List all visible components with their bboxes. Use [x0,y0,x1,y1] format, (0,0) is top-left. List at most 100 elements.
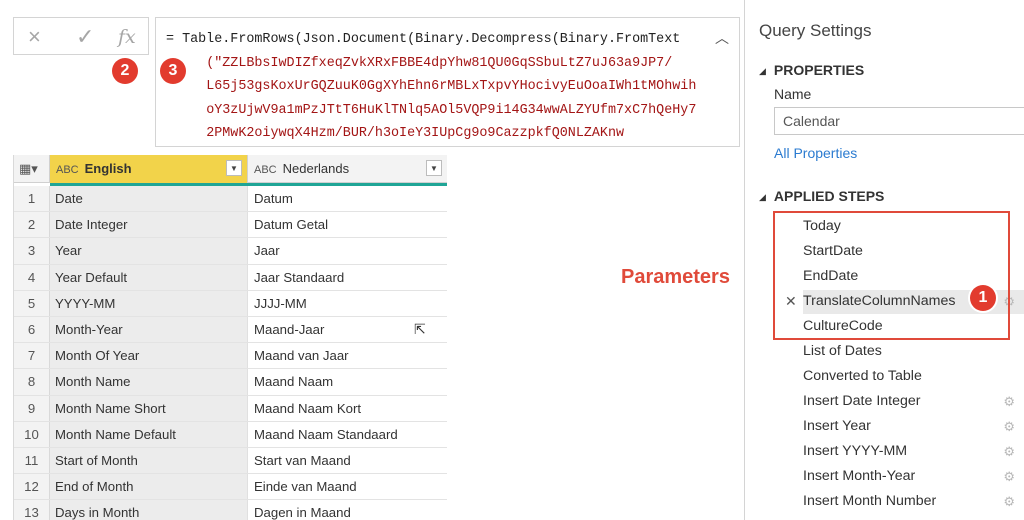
table-row: 10 Month Name Default Maand Naam Standaard [14,421,447,448]
collapse-triangle-icon[interactable]: ◢ [759,66,766,76]
step-label: Insert Date Integer [803,393,921,409]
row-number: 13 [14,500,50,520]
cell-nederlands[interactable]: Datum Getal [248,212,447,237]
formula-line-4: oY3zUjwV9a1mPzJTtT6HuKlTNlq5AOl5VQP9i14G… [206,102,697,118]
cell-nederlands[interactable]: Maand Naam Standaard [248,422,447,447]
row-number: 5 [14,290,50,316]
step-label: Insert YYYY-MM [803,443,908,459]
parameters-highlight-box [773,211,1010,340]
applied-step[interactable]: List of Dates [803,340,1024,364]
cell-english[interactable]: Days in Month [50,500,248,520]
cell-english[interactable]: Month Name [50,369,248,395]
column-header-label: English [84,161,132,176]
row-number: 7 [14,343,50,369]
step-label: Insert Year [803,418,871,434]
applied-step[interactable]: Insert Year ⚙ [803,415,1024,439]
formula-line-5: 2PMwK2oiywqX4Hzm/BUR/h3oIeY3IUpCg9o9Cazz… [206,126,625,141]
step-label: Converted to Table [803,368,922,384]
applied-step[interactable]: Insert Month Number ⚙ [803,490,1024,514]
section-label: APPLIED STEPS [773,188,885,204]
cell-nederlands[interactable]: Jaar Standaard [248,265,447,290]
applied-steps-section-header[interactable]: ◢ APPLIED STEPS [759,188,884,204]
formula-line-2: ("ZZLBbsIwDIZfxeqZvkXRxFBBE4dpYhw81QU0Gq… [206,55,673,71]
cancel-icon[interactable]: × [28,24,41,50]
data-grid: ▦▾ ABC English ▼ ABC Nederlands ▼ 1 Date Dat… [13,155,447,520]
row-number: 8 [14,369,50,395]
applied-step[interactable]: Insert YYYY-MM ⚙ [803,440,1024,464]
column-header-english[interactable]: ABC English ▼ [50,155,248,183]
step-label: List of Dates [803,343,882,359]
cell-nederlands[interactable]: Jaar [248,238,447,263]
commit-icon[interactable]: ✓ [76,24,94,50]
table-row: 3 Year Jaar [14,238,447,265]
gear-icon[interactable]: ⚙ [1003,419,1015,435]
table-row: 11 Start of Month Start van Maand [14,448,447,475]
cell-nederlands[interactable]: JJJJ-MM [248,291,447,316]
gear-icon[interactable]: ⚙ [1003,469,1015,485]
cell-english[interactable]: Date Integer [50,212,248,238]
cell-nederlands[interactable]: Dagen in Maand [248,500,447,520]
row-number: 12 [14,474,50,500]
table-menu-icon[interactable]: ▦▾ [14,155,50,183]
row-number: 1 [14,186,50,212]
mouse-cursor-icon: ⇱ [414,321,426,337]
table-row: 6 Month-Year Maand-Jaar [14,317,447,344]
query-name-input[interactable]: Calendar [774,107,1024,135]
gear-icon[interactable]: ⚙ [1003,394,1015,410]
text-type-icon[interactable]: ABC [254,164,277,176]
table-row: 7 Month Of Year Maand van Jaar [14,343,447,370]
applied-step[interactable]: Insert Month-Year ⚙ [803,465,1024,489]
cell-english[interactable]: Month-Year [50,317,248,343]
cell-english[interactable]: Year Default [50,264,248,290]
table-row: 12 End of Month Einde van Maand [14,474,447,501]
table-row: 9 Month Name Short Maand Naam Kort [14,395,447,422]
applied-step[interactable]: Insert Date Integer ⚙ [803,390,1024,414]
properties-section-header[interactable]: ◢ PROPERTIES [759,62,864,78]
cell-english[interactable]: Month Of Year [50,343,248,369]
filter-dropdown-icon[interactable]: ▼ [426,160,442,176]
gear-icon[interactable]: ⚙ [1003,444,1015,460]
cell-english[interactable]: End of Month [50,474,248,500]
table-row: 4 Year Default Jaar Standaard [14,264,447,291]
row-number: 11 [14,448,50,474]
row-number: 3 [14,238,50,264]
cell-nederlands[interactable]: Maand van Jaar [248,343,447,368]
row-number: 9 [14,395,50,421]
name-label: Name [774,86,812,102]
table-row: 5 YYYY-MM JJJJ-MM [14,290,447,317]
column-header-nederlands[interactable]: ABC Nederlands ▼ [248,155,447,183]
formula-bar[interactable]: = Table.FromRows(Json.Document(Binary.De… [155,17,740,147]
text-type-icon[interactable]: ABC [56,164,79,176]
cell-english[interactable]: Year [50,238,248,264]
applied-step[interactable]: Converted to Table [803,365,1024,389]
table-row: 13 Days in Month Dagen in Maand [14,500,447,520]
row-number: 6 [14,317,50,343]
cell-nederlands[interactable]: Datum [248,186,447,211]
callout-badge-3: 3 [160,58,186,84]
collapse-triangle-icon[interactable]: ◢ [759,192,766,202]
chevron-up-icon[interactable]: ︿ [715,28,729,48]
cell-nederlands[interactable]: Maand Naam Kort [248,396,447,421]
pane-title: Query Settings [759,21,872,40]
row-number: 4 [14,264,50,290]
cell-english[interactable]: Date [50,186,248,212]
row-number: 2 [14,212,50,238]
cell-nederlands[interactable]: Maand Naam [248,369,447,394]
cell-nederlands[interactable]: Einde van Maand [248,474,447,499]
grid-header: ▦▾ ABC English ▼ ABC Nederlands ▼ [14,155,447,183]
filter-dropdown-icon[interactable]: ▼ [226,160,242,176]
gear-icon[interactable]: ⚙ [1003,494,1015,510]
cell-english[interactable]: YYYY-MM [50,290,248,316]
cell-english[interactable]: Month Name Default [50,421,248,447]
fx-icon[interactable]: fx [118,26,136,48]
cell-nederlands[interactable]: Start van Maand [248,448,447,473]
table-row: 8 Month Name Maand Naam [14,369,447,396]
cell-english[interactable]: Month Name Short [50,395,248,421]
formula-text[interactable]: = Table.FromRows(Json.Document(Binary.De… [166,28,696,146]
all-properties-link[interactable]: All Properties [774,145,857,161]
cell-english[interactable]: Start of Month [50,448,248,474]
callout-badge-2: 2 [112,58,138,84]
step-label: Insert Month-Year [803,468,916,484]
table-row: 2 Date Integer Datum Getal [14,212,447,239]
step-label: Insert Month Number [803,493,937,509]
